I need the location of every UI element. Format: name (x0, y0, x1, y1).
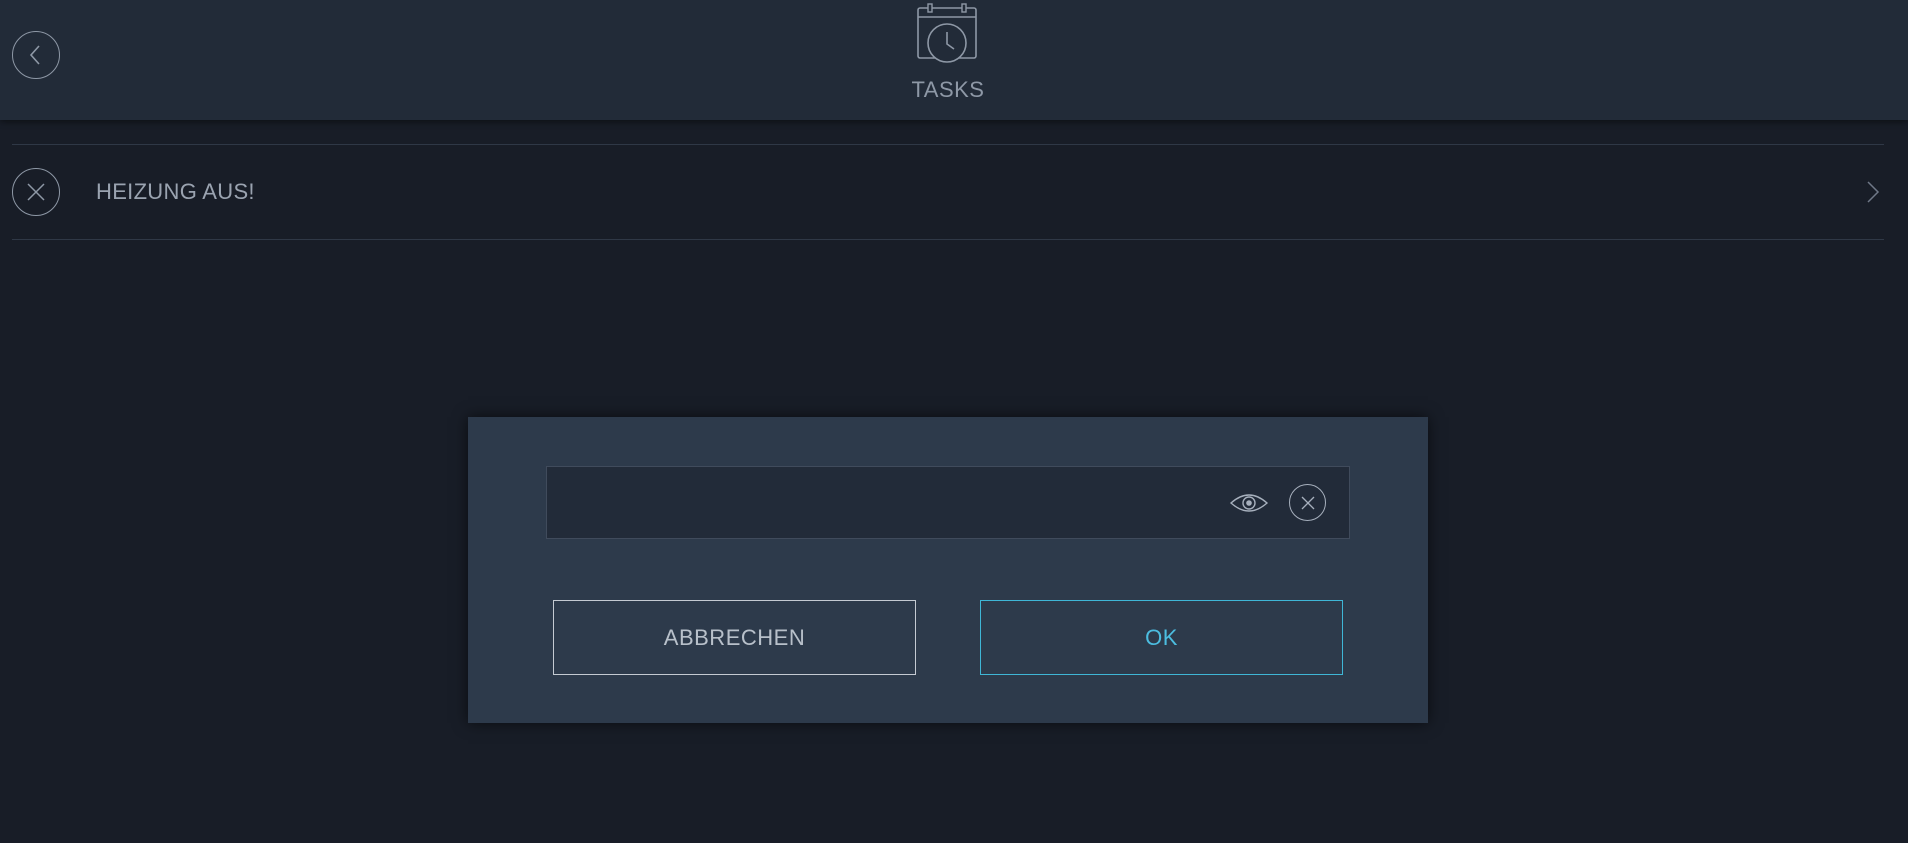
task-item-heizung-aus[interactable]: HEIZUNG AUS! (12, 145, 1884, 239)
cancel-button[interactable]: ABBRECHEN (553, 600, 916, 675)
back-button[interactable] (12, 31, 60, 79)
password-dialog: ABBRECHEN OK (468, 417, 1428, 723)
app-screen: TASKS HEIZUNG AUS! ABBRECHEN OK (0, 0, 1908, 843)
ok-button[interactable]: OK (980, 600, 1343, 675)
close-icon (1301, 496, 1314, 509)
top-header: TASKS (0, 0, 1908, 120)
eye-icon[interactable] (1229, 488, 1269, 518)
password-input[interactable] (547, 467, 1227, 538)
list-divider-bottom (12, 239, 1884, 240)
clear-input-button[interactable] (1289, 484, 1326, 521)
task-status-button[interactable] (12, 168, 60, 216)
chevron-right-icon (1867, 181, 1880, 203)
page-title: TASKS (911, 77, 985, 102)
task-label: HEIZUNG AUS! (96, 179, 255, 204)
close-icon (27, 183, 45, 201)
password-field-container (546, 466, 1350, 539)
chevron-left-icon (29, 45, 40, 65)
calendar-clock-icon (917, 3, 977, 63)
